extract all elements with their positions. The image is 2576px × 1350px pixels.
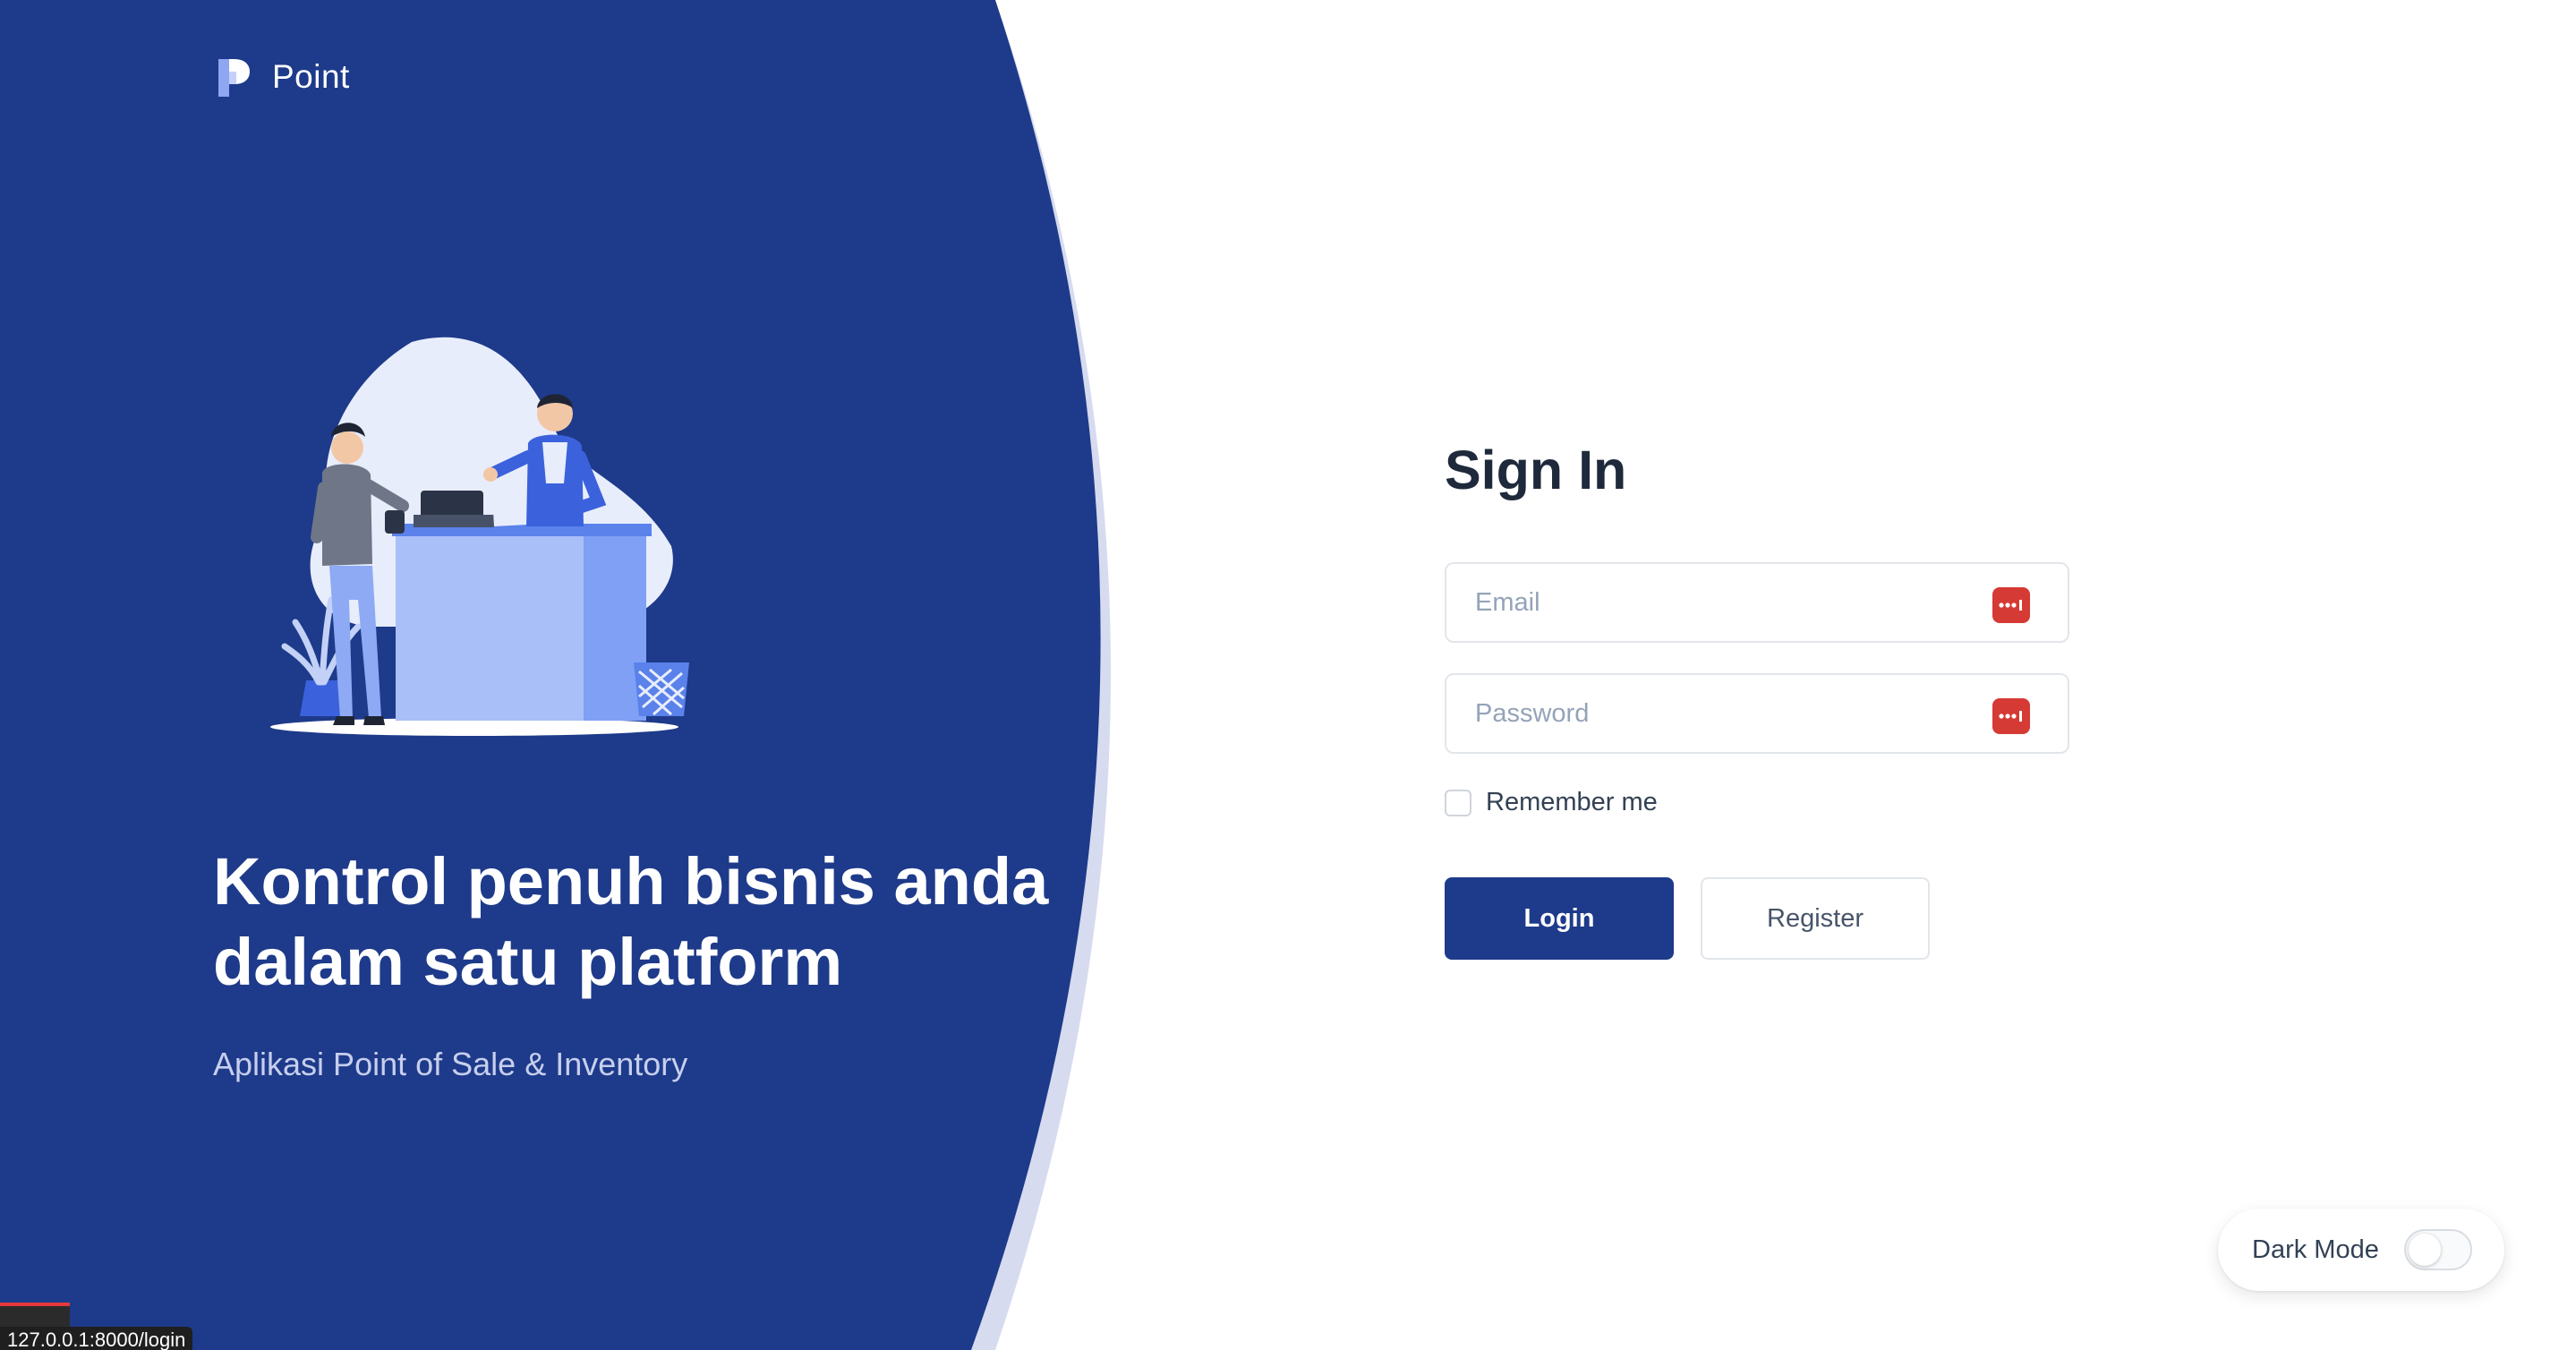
hero-subtitle: Aplikasi Point of Sale & Inventory xyxy=(213,1046,688,1082)
remember-me-checkbox[interactable] xyxy=(1445,789,1471,816)
cashier-illustration xyxy=(270,337,689,736)
password-manager-icon[interactable] xyxy=(1992,698,2030,734)
point-logo-icon xyxy=(218,59,250,97)
hero-headline-line1: Kontrol penuh bisnis anda xyxy=(213,844,1049,919)
remember-me[interactable]: Remember me xyxy=(1445,788,1658,817)
dark-mode-toggle[interactable] xyxy=(2404,1229,2472,1270)
brand[interactable]: Point xyxy=(217,54,350,100)
hero-headline: Kontrol penuh bisnis anda dalam satu pla… xyxy=(213,842,1108,1003)
password-input[interactable] xyxy=(1446,675,2068,752)
register-button[interactable]: Register xyxy=(1701,877,1930,960)
hero-headline-line2: dalam satu platform xyxy=(213,925,843,999)
status-indicator xyxy=(0,1303,70,1328)
signin-title: Sign In xyxy=(1445,440,1627,500)
dark-mode-switcher: Dark Mode xyxy=(2218,1209,2504,1291)
dark-mode-label: Dark Mode xyxy=(2252,1235,2379,1264)
status-url: 127.0.0.1:8000/login xyxy=(0,1327,193,1350)
brand-name: Point xyxy=(272,58,350,95)
email-field xyxy=(1445,562,2069,643)
toggle-knob xyxy=(2409,1234,2441,1266)
login-button[interactable]: Login xyxy=(1445,877,1674,960)
remember-me-label: Remember me xyxy=(1486,788,1658,816)
password-field xyxy=(1445,673,2069,754)
password-manager-icon[interactable] xyxy=(1992,587,2030,623)
login-page: Point Kontrol penuh bisnis anda dalam sa… xyxy=(0,0,2576,1350)
email-input[interactable] xyxy=(1446,564,2068,641)
